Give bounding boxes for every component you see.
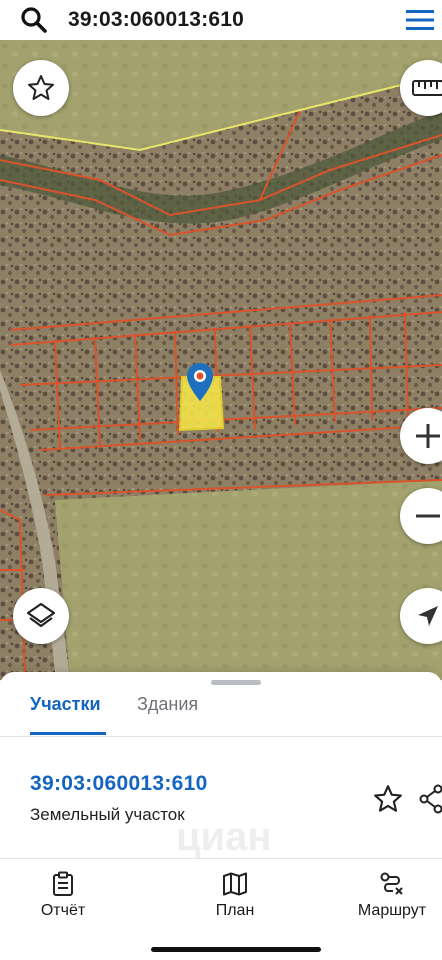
tab-buildings[interactable]: Здания: [137, 694, 198, 715]
parcel-favorite-button[interactable]: [372, 783, 404, 815]
divider: [0, 858, 442, 859]
watermark-logo: циан: [176, 815, 272, 859]
minus-icon: [416, 514, 440, 518]
search-icon[interactable]: [14, 0, 54, 40]
parcel-type: Земельный участок: [30, 805, 185, 824]
route-icon: [337, 870, 442, 898]
nav-route-label: Маршрут: [357, 902, 427, 919]
nav-plan[interactable]: План: [180, 870, 290, 920]
navigation-arrow-icon: [418, 606, 438, 626]
nav-plan-label: План: [215, 902, 255, 919]
layers-icon: [26, 602, 56, 628]
map-view[interactable]: [0, 40, 442, 680]
report-clipboard-icon: [8, 870, 118, 898]
bottom-sheet: Участки Здания циан 39:03:060013:610 Зем…: [0, 672, 442, 960]
tab-bar: Участки Здания: [0, 690, 442, 737]
nav-report[interactable]: Отчёт: [8, 870, 118, 920]
search-query[interactable]: 39:03:060013:610: [68, 8, 400, 32]
plus-icon: [416, 424, 440, 448]
nav-route[interactable]: Маршрут: [337, 870, 442, 920]
star-icon: [28, 75, 54, 100]
favorite-star-button[interactable]: [13, 60, 69, 116]
nav-report-label: Отчёт: [40, 902, 86, 919]
ruler-icon: [412, 80, 442, 96]
share-button[interactable]: [418, 783, 442, 815]
active-tab-indicator: [30, 732, 106, 735]
home-indicator[interactable]: [151, 947, 321, 952]
sheet-drag-handle[interactable]: [211, 680, 261, 685]
star-icon: [374, 785, 402, 812]
hamburger-menu-icon[interactable]: [400, 0, 440, 40]
tab-parcels[interactable]: Участки: [30, 694, 101, 715]
map-plan-icon: [180, 870, 290, 898]
parcel-cadastral-number[interactable]: 39:03:060013:610: [30, 772, 208, 796]
location-pin-icon: [186, 362, 214, 402]
bottom-navigation: Отчёт План Маршрут: [0, 870, 442, 930]
search-bar[interactable]: 39:03:060013:610: [0, 0, 442, 40]
satellite-imagery: [0, 40, 442, 680]
share-icon: [419, 784, 442, 814]
layers-button[interactable]: [13, 588, 69, 644]
